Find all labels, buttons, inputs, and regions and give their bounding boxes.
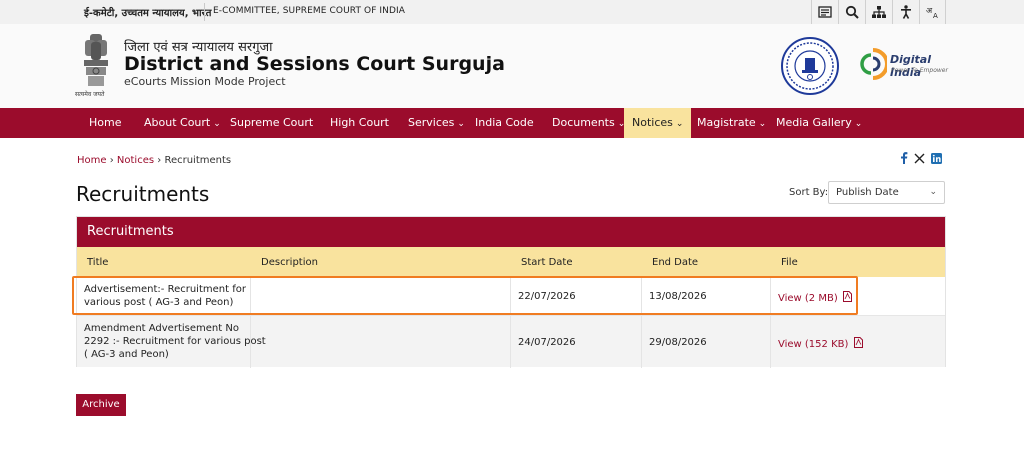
table-header: Title Description Start Date End Date Fi…: [77, 247, 945, 277]
breadcrumb-separator: ›: [109, 155, 114, 166]
row-end-date: 29/08/2026: [649, 337, 707, 348]
digital-india-logo: Digital India Power To Empower: [857, 47, 949, 83]
archive-button[interactable]: Archive: [76, 394, 126, 416]
column-divider: [510, 316, 511, 368]
nav-item-documents[interactable]: Documents ⌄: [552, 108, 625, 138]
row-highlight-box: [72, 276, 858, 315]
nav-label: Services: [408, 116, 455, 129]
breadcrumb-separator: ›: [157, 155, 162, 166]
ecommittee-hindi-label: ई-कमेटी, उच्चतम न्यायालय, भारत: [84, 8, 212, 19]
column-divider: [770, 316, 771, 368]
search-icon[interactable]: [838, 0, 865, 24]
chevron-down-icon: ⌄: [457, 119, 465, 129]
chevron-down-icon: ⌄: [675, 119, 684, 129]
site-header: सत्यमेव जयते जिला एवं सत्र न्यायालय सरगु…: [0, 24, 1024, 108]
file-view-label: View (152 KB): [778, 339, 849, 350]
main-navigation: Home About Court ⌄ Supreme Court High Cou…: [0, 108, 1024, 138]
table-panel-title: Recruitments: [77, 217, 945, 247]
accessibility-icon[interactable]: [892, 0, 919, 24]
row-title: Amendment Advertisement No 2292 :- Recru…: [84, 322, 266, 361]
row-title-line: ( AG-3 and Peon): [84, 349, 169, 360]
nav-item-services[interactable]: Services ⌄: [408, 108, 465, 138]
facebook-icon[interactable]: [900, 152, 908, 164]
chevron-down-icon: ⌄: [929, 187, 937, 197]
column-header-description: Description: [261, 257, 318, 268]
nav-label: Home: [89, 116, 122, 129]
project-subtitle: eCourts Mission Mode Project: [124, 75, 286, 88]
chevron-down-icon: ⌄: [854, 119, 863, 129]
breadcrumb: Home › Notices › Recruitments: [77, 155, 231, 166]
top-strip: ई-कमेटी, उच्चतम न्यायालय, भारत E-COMMITT…: [0, 0, 1024, 24]
nav-label: Supreme Court: [230, 116, 314, 129]
svg-text:अ: अ: [926, 6, 933, 15]
nav-label: India Code: [475, 116, 534, 129]
file-view-link[interactable]: View (152 KB): [778, 337, 863, 351]
x-twitter-icon[interactable]: [914, 153, 925, 164]
table-row: Amendment Advertisement No 2292 :- Recru…: [77, 315, 945, 368]
sort-select[interactable]: Publish Date ⌄: [828, 181, 945, 204]
breadcrumb-notices-link[interactable]: Notices: [117, 155, 154, 166]
column-header-start-date: Start Date: [521, 257, 573, 268]
linkedin-icon[interactable]: [931, 152, 942, 164]
svg-text:A: A: [933, 12, 938, 19]
sitemap-icon[interactable]: [811, 0, 838, 24]
nav-item-india-code[interactable]: India Code: [475, 108, 534, 138]
nav-item-supreme-court[interactable]: Supreme Court: [230, 108, 313, 138]
digital-india-label: Digital India: [890, 53, 931, 79]
nav-label: High Court: [330, 116, 389, 129]
nav-label: About Court: [144, 116, 211, 129]
breadcrumb-home-link[interactable]: Home: [77, 155, 107, 166]
chevron-down-icon: ⌄: [213, 119, 221, 129]
ecommittee-label: E-COMMITTEE, SUPREME COURT OF INDIA: [213, 6, 406, 16]
sort-selected-value: Publish Date: [836, 187, 899, 198]
sort-label: Sort By:: [789, 187, 829, 198]
nav-item-home[interactable]: Home: [89, 108, 121, 138]
row-start-date: 24/07/2026: [518, 337, 576, 348]
nav-label: Documents: [552, 116, 615, 129]
high-court-seal-logo: [781, 37, 839, 95]
hierarchy-icon[interactable]: [865, 0, 892, 24]
language-icon[interactable]: अA: [919, 0, 946, 24]
column-header-title: Title: [87, 257, 109, 268]
divider: [204, 3, 205, 21]
column-header-end-date: End Date: [652, 257, 699, 268]
pdf-icon: [853, 337, 863, 348]
column-divider: [641, 316, 642, 368]
nav-label: Magistrate: [697, 116, 756, 129]
nav-item-about-court[interactable]: About Court ⌄: [144, 108, 221, 138]
nav-item-high-court[interactable]: High Court: [330, 108, 389, 138]
nav-item-magistrate[interactable]: Magistrate ⌄: [697, 108, 766, 138]
nav-label: Media Gallery: [776, 116, 852, 129]
social-share: [900, 152, 942, 164]
digital-india-tagline: Power To Empower: [891, 67, 948, 74]
page-title: Recruitments: [76, 182, 210, 206]
row-title-line: 2292 :- Recruitment for various post: [84, 336, 266, 347]
chevron-down-icon: ⌄: [758, 119, 767, 129]
nav-label: Notices: [632, 116, 673, 129]
row-title-line: Amendment Advertisement No: [84, 323, 239, 334]
breadcrumb-current: Recruitments: [164, 155, 232, 166]
nav-item-notices[interactable]: Notices ⌄: [624, 108, 692, 138]
column-header-file: File: [781, 257, 798, 268]
court-title[interactable]: District and Sessions Court Surguja: [124, 53, 505, 75]
emblem-motto: सत्यमेव जयते: [75, 91, 105, 98]
nav-item-media-gallery[interactable]: Media Gallery ⌄: [776, 108, 862, 138]
accessibility-toolbar: अA: [811, 0, 946, 24]
